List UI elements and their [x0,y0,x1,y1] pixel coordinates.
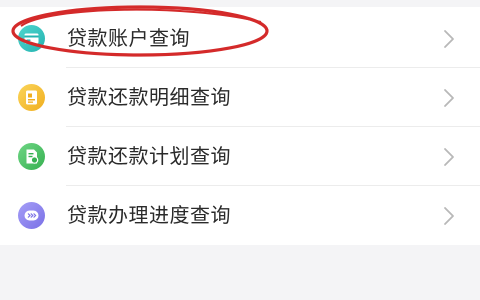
top-strip [0,0,480,7]
chevron-right-icon [440,29,458,49]
bottom-blank-area [0,245,480,300]
menu-item-label: 贷款办理进度查询 [67,203,231,227]
menu-item-label: 贷款还款计划查询 [67,144,231,168]
repayment-plan-icon [18,143,45,170]
loan-query-menu: 贷款账户查询 贷款还款明细查询 贷款还款计划查询 贷款办理进度查询 [0,7,480,245]
repayment-detail-icon [18,84,45,111]
menu-item-repayment-detail-query[interactable]: 贷款还款明细查询 [0,68,480,127]
chevron-right-icon [440,147,458,167]
progress-icon [18,202,45,229]
menu-item-repayment-plan-query[interactable]: 贷款还款计划查询 [0,127,480,186]
chevron-right-icon [440,88,458,108]
menu-item-label: 贷款账户查询 [67,26,190,50]
menu-item-loan-account-query[interactable]: 贷款账户查询 [0,9,480,68]
menu-item-label: 贷款还款明细查询 [67,85,231,109]
loan-account-card-icon [18,25,45,52]
chevron-right-icon [440,206,458,226]
menu-item-progress-query[interactable]: 贷款办理进度查询 [0,186,480,245]
